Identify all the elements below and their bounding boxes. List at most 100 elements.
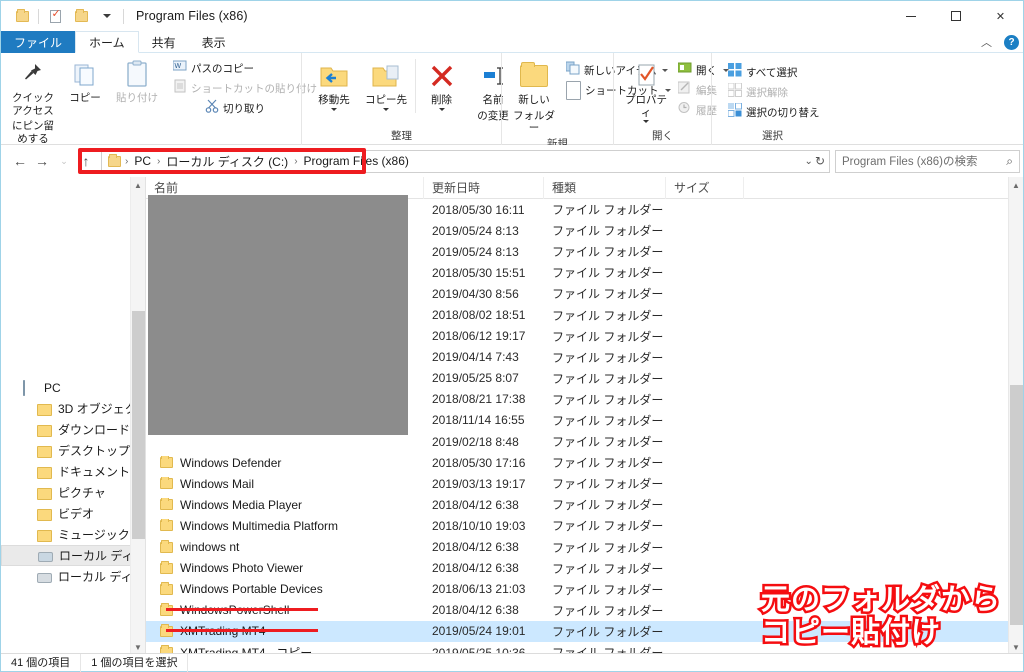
cell-date: 2018/04/12 6:38 [432, 540, 519, 555]
sidebar-item-pictures[interactable]: ピクチャ [1, 482, 145, 503]
invert-selection-button[interactable]: 選択の切り替え [724, 102, 824, 121]
search-input[interactable]: Program Files (x86)の検索 [842, 153, 1006, 169]
scrollbar-thumb[interactable] [131, 311, 145, 539]
cell-type: ファイル フォルダー [552, 624, 664, 639]
table-row[interactable]: Windows Mail 2019/03/13 19:17 ファイル フォルダー [146, 473, 1023, 494]
select-none-button[interactable]: 選択解除 [724, 82, 824, 101]
sidebar-item-desktop[interactable]: デスクトップ [1, 440, 145, 461]
paste-shortcut-button[interactable]: ショートカットの貼り付け [169, 79, 321, 97]
breadcrumb-item-pc[interactable]: PC [130, 154, 155, 168]
file-explorer-window: Program Files (x86) ✕ ファイル ホーム 共有 表示 ︿ ? [0, 0, 1024, 672]
copy-path-button[interactable]: W パスのコピー [169, 59, 321, 77]
delete-button[interactable]: 削除 [415, 59, 467, 113]
column-header-type[interactable]: 種類 [544, 177, 666, 199]
up-arrow-icon[interactable]: ↑ [75, 149, 97, 173]
address-bar[interactable]: › PC › ローカル ディスク (C:) › Program Files (x… [101, 149, 830, 173]
file-list-scrollbar[interactable]: ▲ ▼ [1008, 177, 1023, 655]
sidebar-item-documents[interactable]: ドキュメント [1, 461, 145, 482]
scrollbar-track[interactable] [1009, 193, 1024, 639]
breadcrumb-separator: › [294, 155, 298, 167]
tab-file[interactable]: ファイル [1, 31, 76, 53]
scrollbar-thumb[interactable] [1009, 385, 1023, 625]
sidebar-item-local-disk-c[interactable]: ローカル ディスク (C:) [1, 545, 145, 566]
search-icon[interactable]: ⌕ [1006, 154, 1013, 169]
close-icon[interactable]: ✕ [978, 1, 1023, 31]
table-row[interactable]: windows nt 2018/04/12 6:38 ファイル フォルダー [146, 537, 1023, 558]
chevron-down-icon[interactable] [383, 107, 389, 111]
chevron-down-icon[interactable] [643, 120, 649, 123]
column-header-size[interactable]: サイズ [666, 177, 744, 199]
forward-arrow-icon[interactable]: → [31, 149, 53, 173]
chevron-up-icon[interactable]: ︿ [977, 34, 996, 50]
cell-type: ファイル フォルダー [552, 308, 664, 323]
chevron-down-icon[interactable]: ⌄ [805, 156, 813, 167]
cell-date: 2019/03/13 19:17 [432, 476, 526, 491]
tab-share[interactable]: 共有 [139, 31, 189, 53]
divider [38, 8, 39, 24]
chevron-down-icon[interactable] [94, 3, 120, 29]
sidebar-item-videos[interactable]: ビデオ [1, 503, 145, 524]
folder-icon[interactable] [9, 3, 35, 29]
cell-type: ファイル フォルダー [552, 392, 664, 407]
copy-to-icon [371, 61, 401, 91]
maximize-icon[interactable] [933, 1, 978, 31]
sidebar-item-downloads[interactable]: ダウンロード [1, 419, 145, 440]
search-box[interactable]: Program Files (x86)の検索 ⌕ [835, 149, 1020, 173]
tab-view[interactable]: 表示 [189, 31, 239, 53]
copy-to-button[interactable]: コピー先 [360, 59, 412, 113]
folder-icon [160, 518, 173, 532]
breadcrumb-separator: › [157, 155, 161, 167]
ribbon-group-new: 新しい フォルダー 新しいアイテム ショートカット 新規 [501, 53, 671, 150]
pc-icon [23, 379, 38, 396]
pin-to-quick-access-button[interactable]: クイック アクセス にピン留めする [7, 57, 59, 147]
sidebar-item-local-disk-d[interactable]: ローカル ディスク (D:) [1, 566, 145, 587]
cell-date: 2019/05/24 8:13 [432, 244, 519, 259]
properties-icon[interactable] [42, 3, 68, 29]
back-arrow-icon[interactable]: ← [9, 149, 31, 173]
label: ショートカットの貼り付け [191, 82, 317, 95]
label: プロパティ [625, 94, 667, 119]
cell-date: 2018/08/21 17:38 [432, 392, 526, 407]
copy-button[interactable]: コピー [59, 57, 111, 107]
table-row[interactable]: Windows Photo Viewer 2018/04/12 6:38 ファイル … [146, 558, 1023, 579]
new-folder-button[interactable]: 新しい フォルダー [508, 59, 560, 137]
help-icon[interactable]: ? [1004, 34, 1019, 50]
folder-icon [160, 540, 173, 553]
pictures-icon [37, 486, 52, 500]
recent-locations-icon[interactable]: ⌄ [53, 149, 75, 173]
ribbon-tabs: ファイル ホーム 共有 表示 ︿ ? [1, 31, 1023, 53]
scroll-up-icon[interactable]: ▲ [131, 177, 146, 193]
new-folder-icon [520, 61, 548, 91]
paste-button[interactable]: 貼り付け [111, 57, 163, 107]
table-row[interactable]: Windows Defender 2018/05/30 17:16 ファイル フォル… [146, 452, 1023, 473]
shortcut-icon [566, 80, 581, 100]
column-header-date[interactable]: 更新日時 [424, 177, 544, 199]
navigation-pane-scrollbar[interactable]: ▲ ▼ [130, 177, 145, 655]
sidebar-item-pc[interactable]: PC [1, 377, 145, 398]
refresh-icon[interactable]: ↻ [815, 154, 825, 168]
cell-date: 2018/04/12 6:38 [432, 603, 519, 618]
scrollbar-track[interactable] [131, 193, 146, 639]
sidebar-item-music[interactable]: ミュージック [1, 524, 145, 545]
new-folder-icon[interactable] [68, 3, 94, 29]
breadcrumb-item-program-files-x86[interactable]: Program Files (x86) [300, 154, 413, 168]
properties-button[interactable]: プロパティ [620, 59, 672, 125]
chevron-down-icon[interactable] [438, 107, 445, 111]
move-to-button[interactable]: 移動先 [308, 59, 360, 113]
select-all-button[interactable]: すべて選択 [724, 62, 824, 82]
table-row[interactable]: Windows Portable Devices 2018/06/13 21:03… [146, 579, 1023, 600]
delete-icon [429, 61, 455, 91]
tab-home[interactable]: ホーム [75, 31, 139, 53]
breadcrumb-item-local-disk-c[interactable]: ローカル ディスク (C:) [162, 153, 292, 170]
ribbon-group-clipboard: クイック アクセス にピン留めする コピー 貼り付け W パスのコピー ショート… [1, 53, 317, 160]
minimize-icon[interactable] [888, 1, 933, 31]
sidebar-item-3d-objects[interactable]: 3D オブジェクト [1, 398, 145, 419]
copy-path-icon: W [172, 59, 187, 77]
chevron-down-icon[interactable] [331, 107, 337, 111]
table-row[interactable]: Windows Media Player 2018/04/12 6:38 ファイル … [146, 494, 1023, 515]
desktop-icon [37, 444, 52, 458]
breadcrumb: › PC › ローカル ディスク (C:) › Program Files (x… [102, 151, 413, 172]
select-all-icon [728, 62, 742, 82]
table-row[interactable]: Windows Multimedia Platform 2018/10/10 19… [146, 515, 1023, 536]
scroll-up-icon[interactable]: ▲ [1009, 177, 1024, 193]
